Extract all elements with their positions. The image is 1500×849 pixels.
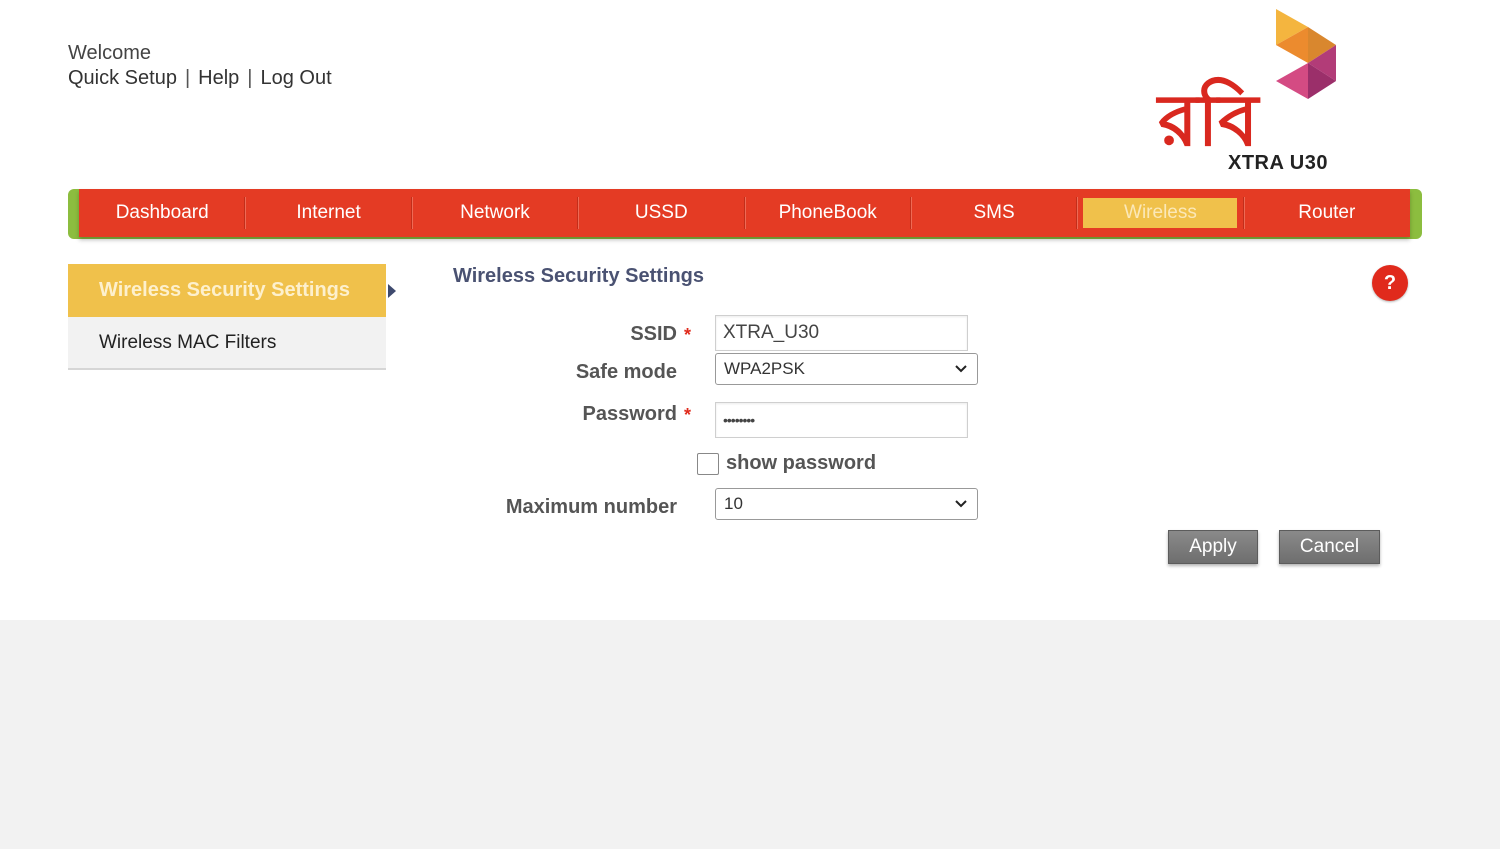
main-nav: Dashboard Internet Network USSD PhoneBoo… bbox=[79, 189, 1410, 237]
maximum-number-select[interactable]: 10 bbox=[715, 488, 978, 520]
apply-button[interactable]: Apply bbox=[1168, 530, 1258, 564]
link-separator: | bbox=[184, 67, 191, 89]
password-label: Password bbox=[582, 403, 677, 425]
sidebar-item-wireless-mac-filters[interactable]: Wireless MAC Filters bbox=[68, 317, 386, 370]
nav-label: SMS bbox=[973, 202, 1015, 223]
maximum-number-value: 10 bbox=[724, 494, 743, 513]
nav-label: Router bbox=[1298, 202, 1356, 223]
sidebar: Wireless Security Settings Wireless MAC … bbox=[68, 264, 396, 370]
cancel-button[interactable]: Cancel bbox=[1279, 530, 1380, 564]
safe-mode-label: Safe mode bbox=[575, 361, 677, 383]
nav-phonebook[interactable]: PhoneBook bbox=[745, 189, 912, 237]
show-password-label: show password bbox=[726, 452, 877, 474]
safe-mode-select[interactable]: WPA2PSK bbox=[715, 353, 978, 385]
quick-setup-link[interactable]: Quick Setup bbox=[68, 67, 177, 90]
model-name: XTRA U30 bbox=[1228, 152, 1328, 174]
nav-internet[interactable]: Internet bbox=[245, 189, 413, 237]
main-nav-frame: Dashboard Internet Network USSD PhoneBoo… bbox=[68, 189, 1422, 239]
maximum-number-label: Maximum number bbox=[505, 496, 677, 518]
robi-wordmark: রবি bbox=[1155, 76, 1261, 162]
nav-wireless[interactable]: Wireless bbox=[1077, 189, 1245, 237]
nav-label: Dashboard bbox=[115, 202, 209, 223]
safe-mode-value: WPA2PSK bbox=[724, 359, 805, 378]
chevron-down-icon bbox=[955, 363, 967, 375]
sidebar-item-wireless-security-settings[interactable]: Wireless Security Settings bbox=[68, 264, 396, 317]
required-mark: * bbox=[684, 405, 692, 425]
nav-dashboard[interactable]: Dashboard bbox=[79, 189, 246, 237]
show-password-checkbox[interactable] bbox=[697, 453, 719, 475]
help-icon[interactable]: ? bbox=[1372, 265, 1408, 301]
log-out-link[interactable]: Log Out bbox=[261, 67, 332, 90]
welcome-text: Welcome bbox=[68, 42, 151, 64]
ssid-input[interactable]: XTRA_U30 bbox=[715, 315, 968, 351]
nav-ussd[interactable]: USSD bbox=[578, 189, 745, 237]
footer-band bbox=[0, 620, 1500, 849]
nav-router[interactable]: Router bbox=[1244, 189, 1410, 237]
nav-label: USSD bbox=[634, 202, 688, 223]
required-mark: * bbox=[684, 325, 692, 345]
top-links: Quick Setup | Help | Log Out bbox=[68, 67, 332, 90]
chevron-down-icon bbox=[955, 498, 967, 510]
nav-label: Wireless bbox=[1083, 198, 1238, 228]
nav-sms[interactable]: SMS bbox=[911, 189, 1078, 237]
link-separator: | bbox=[247, 67, 253, 89]
nav-network[interactable]: Network bbox=[412, 189, 579, 237]
nav-label: Network bbox=[460, 202, 530, 223]
page-title: Wireless Security Settings bbox=[453, 265, 705, 287]
nav-label: PhoneBook bbox=[778, 202, 877, 223]
password-input[interactable]: •••••••• bbox=[715, 402, 968, 438]
help-link[interactable]: Help bbox=[198, 67, 239, 90]
nav-label: Internet bbox=[296, 202, 361, 223]
ssid-label: SSID bbox=[630, 323, 677, 345]
